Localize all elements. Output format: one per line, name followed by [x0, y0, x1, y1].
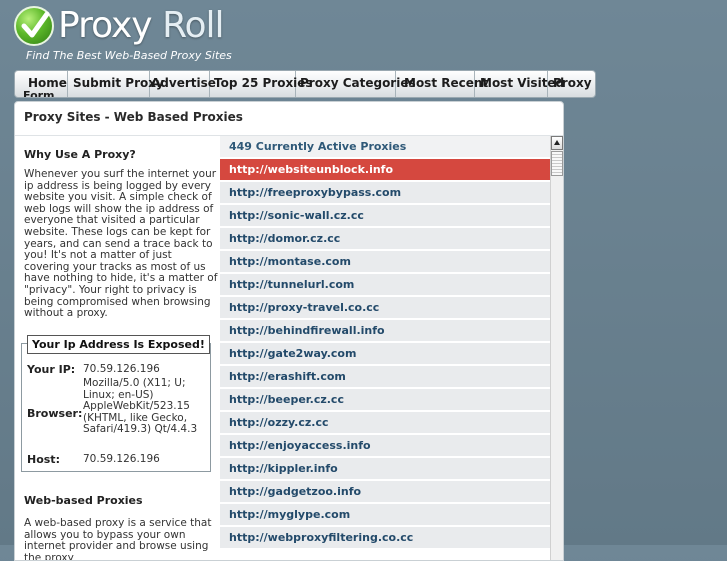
nav-top-25[interactable]: Top 25 Proxies [210, 71, 313, 97]
web-proxies-text: A web-based proxy is a service that allo… [24, 517, 212, 561]
scroll-thumb[interactable] [551, 151, 563, 176]
nav-most-visited[interactable]: Most Visited [475, 71, 564, 97]
proxy-link[interactable]: http://erashift.com [220, 366, 550, 388]
ip-value: 70.59.126.196 [83, 363, 160, 375]
page-title: Proxy Sites - Web Based Proxies [24, 110, 243, 124]
nav-advertise[interactable]: Advertise [150, 71, 216, 97]
proxy-link[interactable]: http://enjoyaccess.info [220, 435, 550, 457]
main-panel: Proxy Sites - Web Based Proxies Why Use … [14, 101, 564, 561]
proxy-link[interactable]: http://gadgetzoo.info [220, 481, 550, 503]
nav-proxy-form-tail[interactable]: Form [23, 89, 55, 97]
proxy-link[interactable]: http://ozzy.cz.cc [220, 412, 550, 434]
ip-label: Your IP: [27, 363, 76, 376]
proxy-link[interactable]: http://myglype.com [220, 504, 550, 526]
logo-tagline: Find The Best Web-Based Proxy Sites [26, 49, 232, 62]
proxy-link[interactable]: http://freeproxybypass.com [220, 182, 550, 204]
proxy-link[interactable]: http://sonic-wall.cz.cc [220, 205, 550, 227]
proxy-list-scrollbar[interactable] [550, 136, 563, 560]
browser-label: Browser: [27, 407, 83, 420]
proxy-list: 449 Currently Active Proxies http://webs… [220, 136, 550, 560]
ip-box-legend: Your Ip Address Is Exposed! [27, 335, 210, 354]
host-value: 70.59.126.196 [83, 453, 160, 465]
proxy-link[interactable]: http://gate2way.com [220, 343, 550, 365]
site-logo[interactable]: Proxy Roll Find The Best Web-Based Proxy… [14, 4, 334, 64]
proxy-link[interactable]: http://beeper.cz.cc [220, 389, 550, 411]
nav-proxy-form[interactable]: Proxy [548, 71, 595, 97]
proxy-link[interactable]: http://kippler.info [220, 458, 550, 480]
nav-categories[interactable]: Proxy Categories [296, 71, 416, 97]
proxy-link[interactable]: http://behindfirewall.info [220, 320, 550, 342]
nav-most-recent[interactable]: Most Recent [396, 71, 488, 97]
proxy-link[interactable]: http://tunnelurl.com [220, 274, 550, 296]
browser-value: Mozilla/5.0 (X11; U; Linux; en-US) Apple… [83, 377, 198, 436]
host-label: Host: [27, 453, 60, 466]
proxy-link[interactable]: http://domor.cz.cc [220, 228, 550, 250]
proxy-link[interactable]: http://proxy-travel.co.cc [220, 297, 550, 319]
proxy-link[interactable]: http://webproxyfiltering.co.cc [220, 527, 550, 549]
proxy-list-header: 449 Currently Active Proxies [220, 136, 550, 158]
checkmark-icon [14, 6, 54, 46]
web-proxies-heading: Web-based Proxies [24, 494, 143, 507]
ip-info-box: Your Ip Address Is Exposed! Your IP: 70.… [21, 335, 211, 472]
why-heading: Why Use A Proxy? [24, 148, 136, 161]
proxy-link[interactable]: http://websiteunblock.info [220, 159, 550, 181]
nav-submit-proxy[interactable]: Submit Proxy [68, 71, 164, 97]
why-text: Whenever you surf the internet your ip a… [24, 168, 218, 320]
scroll-up-arrow-icon[interactable] [551, 136, 563, 150]
proxy-link[interactable]: http://montase.com [220, 251, 550, 273]
logo-title: Proxy Roll [58, 5, 224, 46]
main-nav: Home Submit Proxy Advertise Top 25 Proxi… [14, 70, 596, 98]
